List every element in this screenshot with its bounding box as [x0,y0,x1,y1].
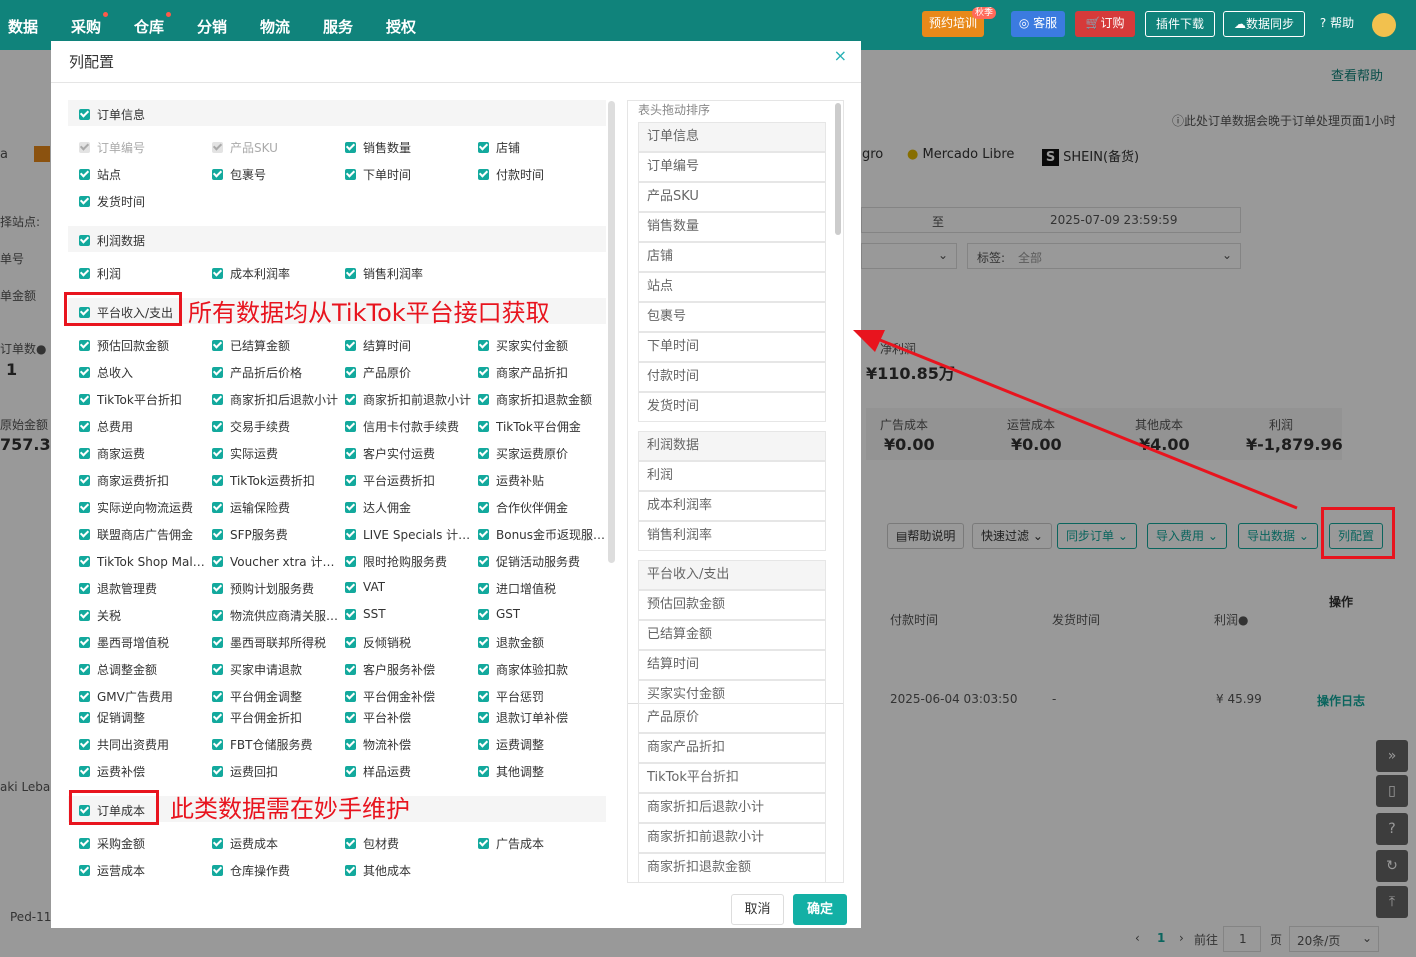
arrow-line [869,334,1298,510]
annotation-arrow [853,330,1298,510]
